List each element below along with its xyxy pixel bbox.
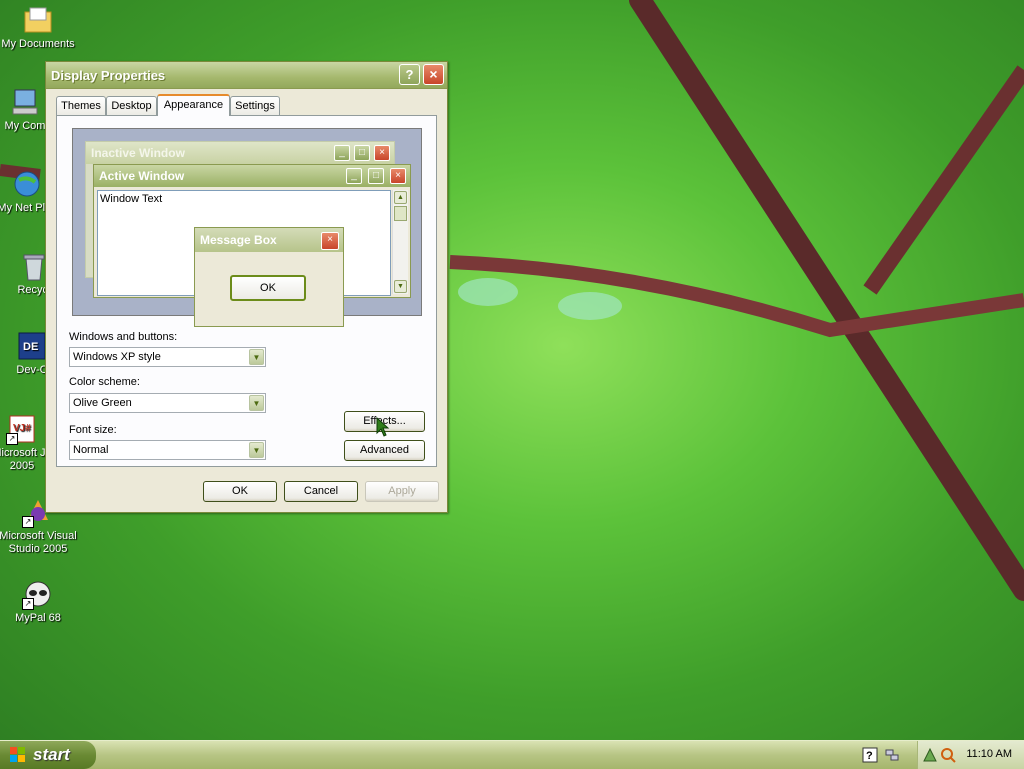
preview-active-window: Active Window _ □ × Window Text ▲ ▼ Mess… [93, 164, 411, 327]
font-size-label: Font size: [69, 424, 117, 436]
shortcut-arrow-icon: ↗ [22, 598, 34, 610]
windows-buttons-select[interactable]: Windows XP style ▼ [69, 347, 266, 367]
maximize-icon: □ [354, 145, 370, 161]
system-tray: 11:10 AM [917, 741, 1024, 769]
taskbar: start ? 11:10 AM [0, 740, 1024, 769]
display-properties-dialog: Display Properties ? × Themes Desktop Ap… [45, 61, 448, 513]
computer-icon [9, 86, 41, 118]
network-globe-icon [11, 168, 43, 200]
minimize-icon: _ [346, 168, 362, 184]
mypal-raccoon-icon: ↗ [22, 578, 54, 610]
close-icon: × [374, 145, 390, 161]
tab-desktop[interactable]: Desktop [106, 96, 157, 115]
color-scheme-select[interactable]: Olive Green ▼ [69, 393, 266, 413]
apply-button[interactable]: Apply [365, 481, 439, 502]
dialog-title: Display Properties [51, 68, 166, 83]
chevron-down-icon[interactable]: ▼ [249, 442, 264, 458]
svg-text:?: ? [866, 750, 873, 762]
appearance-tab-panel: Inactive Window _ □ × Active Window _ □ … [56, 115, 437, 467]
tab-appearance[interactable]: Appearance [157, 94, 230, 116]
preview-active-title: Active Window [94, 165, 410, 187]
desktop-icon-mypal[interactable]: ↗ MyPal 68 [0, 578, 78, 625]
maximize-icon: □ [368, 168, 384, 184]
tab-themes[interactable]: Themes [56, 96, 106, 115]
start-button[interactable]: start [0, 741, 96, 769]
windows-buttons-value: Windows XP style [73, 351, 161, 363]
clock[interactable]: 11:10 AM [966, 748, 1012, 760]
font-size-select[interactable]: Normal ▼ [69, 440, 266, 460]
mouse-cursor-icon [376, 417, 390, 437]
preview-scrollbar: ▲ ▼ [392, 190, 408, 294]
dialog-titlebar[interactable]: Display Properties ? × [46, 62, 447, 89]
folder-icon [22, 4, 54, 36]
close-icon: × [321, 232, 339, 250]
close-button[interactable]: × [423, 64, 444, 85]
windows-logo-icon [10, 747, 25, 762]
preview-message-box: Message Box × OK [194, 227, 344, 327]
magnifier-icon[interactable] [940, 747, 956, 763]
help-button[interactable]: ? [399, 64, 420, 85]
scroll-up-icon: ▲ [394, 191, 407, 204]
cancel-button[interactable]: Cancel [284, 481, 358, 502]
appearance-preview: Inactive Window _ □ × Active Window _ □ … [72, 128, 422, 327]
desktop-icon-label: My Documents [1, 38, 75, 50]
tray-app-icon[interactable] [922, 747, 938, 763]
preview-window-text: Window Text [100, 193, 163, 205]
close-icon: × [390, 168, 406, 184]
desktop-icon-label: Microsoft Visual Studio 2005 [0, 530, 77, 555]
scroll-down-icon: ▼ [394, 280, 407, 293]
chevron-down-icon[interactable]: ▼ [249, 349, 264, 365]
network-activity-icon[interactable] [884, 747, 900, 763]
shortcut-arrow-icon: ↗ [22, 516, 34, 528]
chevron-down-icon[interactable]: ▼ [249, 395, 264, 411]
help-question-icon[interactable]: ? [862, 747, 878, 763]
start-label: start [33, 745, 70, 764]
desktop-icon-label: MyPal 68 [15, 612, 61, 624]
font-size-value: Normal [73, 444, 109, 456]
svg-text:DE: DE [23, 341, 38, 353]
minimize-icon: _ [334, 145, 350, 161]
windows-buttons-label: Windows and buttons: [69, 331, 178, 343]
color-scheme-label: Color scheme: [69, 376, 140, 388]
dev-cpp-icon: DE [16, 330, 48, 362]
jsharp-icon: VJ# ↗ [6, 413, 38, 445]
preview-ok-button: OK [230, 275, 306, 301]
color-scheme-value: Olive Green [73, 397, 132, 409]
advanced-button[interactable]: Advanced [344, 440, 425, 461]
scroll-thumb [394, 206, 407, 221]
tab-settings[interactable]: Settings [230, 96, 280, 115]
ok-button[interactable]: OK [203, 481, 277, 502]
desktop-icon-my-documents[interactable]: My Documents [0, 4, 78, 51]
shortcut-arrow-icon: ↗ [6, 433, 18, 445]
